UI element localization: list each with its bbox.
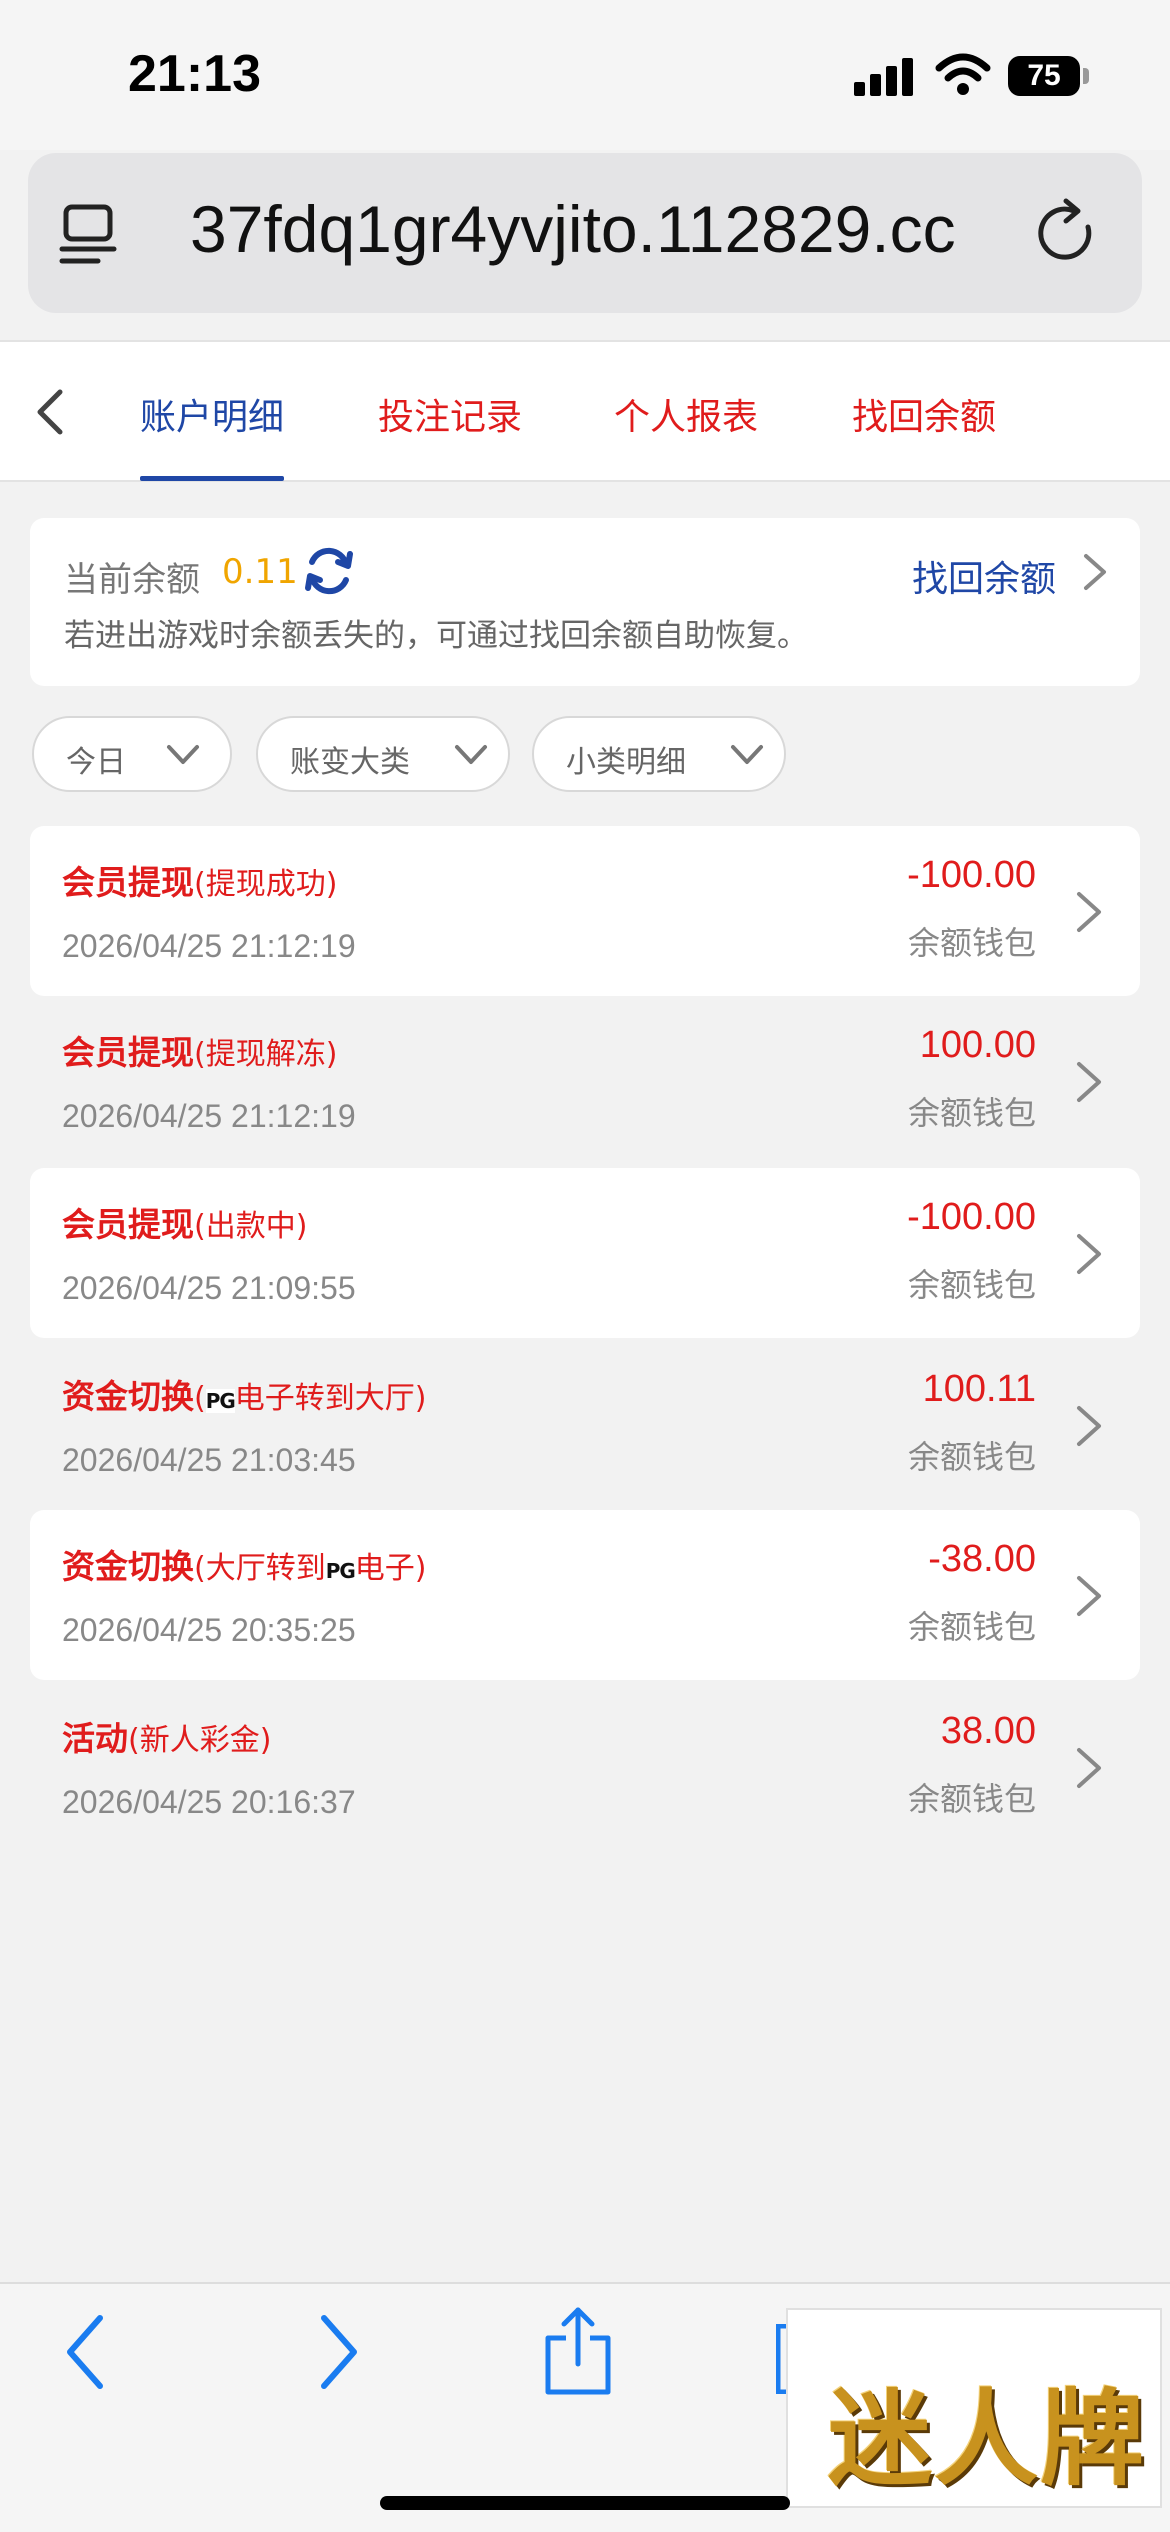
battery-tip: [1083, 68, 1089, 84]
filter-date-label: 今日: [66, 745, 126, 780]
url-text[interactable]: 37fdq1gr4yvjito.112829.cc: [190, 191, 956, 267]
tab-nav: 账户明细 投注记录 个人报表 找回余额: [0, 340, 1170, 482]
browser-toolbar: 迷人牌: [0, 2282, 1170, 2532]
active-tab-indicator: [140, 476, 284, 481]
record-detail-pre: (大厅转到: [194, 1551, 326, 1586]
record-amount: -100.00: [907, 1196, 1036, 1238]
record-item[interactable]: 资金切换(大厅转到PG电子) 2026/04/25 20:35:25 -38.0…: [30, 1510, 1140, 1680]
share-icon[interactable]: [540, 2304, 616, 2398]
chevron-right-icon: [1077, 892, 1101, 932]
record-date: 2026/04/25 21:09:55: [62, 1270, 356, 1306]
record-wallet: 余额钱包: [907, 1094, 1036, 1132]
record-date: 2026/04/25 20:16:37: [62, 1784, 356, 1820]
cellular-signal-icon: [854, 58, 916, 96]
record-date: 2026/04/25 20:35:25: [62, 1612, 356, 1648]
record-item[interactable]: 会员提现(提现成功) 2026/04/25 21:12:19 -100.00 余…: [30, 826, 1140, 996]
record-amount: -100.00: [907, 854, 1036, 896]
home-indicator: [380, 2496, 790, 2510]
record-title: 活动(新人彩金): [62, 1712, 271, 1760]
filter-date[interactable]: 今日: [32, 716, 232, 792]
balance-label: 当前余额: [64, 560, 200, 600]
record-wallet: 余额钱包: [907, 1608, 1036, 1646]
record-amount: -38.00: [928, 1538, 1036, 1580]
record-detail-post: 电子转到大厅): [234, 1381, 427, 1416]
status-time: 21:13: [128, 45, 261, 103]
watermark-text: 迷人牌: [828, 2377, 1147, 2500]
record-type: 会员提现: [62, 1205, 194, 1244]
chevron-down-icon: [455, 745, 487, 764]
record-item[interactable]: 资金切换(PG电子转到大厅) 2026/04/25 21:03:45 100.1…: [30, 1340, 1140, 1510]
record-item[interactable]: 会员提现(提现解冻) 2026/04/25 21:12:19 100.00 余额…: [30, 996, 1140, 1166]
chevron-right-icon: [1077, 1406, 1101, 1446]
wifi-icon: [935, 53, 991, 95]
balance-note: 若进出游戏时余额丢失的，可通过找回余额自助恢复。: [64, 618, 808, 654]
battery-icon: 75: [1008, 56, 1080, 96]
balance-card: 当前余额 0.11 找回余额 若进出游戏时余额丢失的，可通过找回余额自助恢复。: [30, 518, 1140, 686]
back-icon[interactable]: [62, 2312, 108, 2392]
tab-personal-report[interactable]: 个人报表: [614, 388, 758, 440]
record-item[interactable]: 会员提现(出款中) 2026/04/25 21:09:55 -100.00 余额…: [30, 1168, 1140, 1338]
page-menu-icon[interactable]: [58, 203, 118, 267]
record-amount: 100.11: [922, 1368, 1036, 1410]
chevron-down-icon: [731, 745, 763, 764]
record-amount: 100.00: [919, 1024, 1036, 1066]
record-detail-pre: (: [194, 1381, 206, 1416]
record-type: 资金切换: [62, 1377, 194, 1416]
recover-balance-link[interactable]: 找回余额: [912, 550, 1056, 602]
record-wallet: 余额钱包: [907, 1780, 1036, 1818]
record-item[interactable]: 活动(新人彩金) 2026/04/25 20:16:37 38.00 余额钱包: [30, 1682, 1140, 1852]
record-date: 2026/04/25 21:03:45: [62, 1442, 356, 1478]
record-type: 资金切换: [62, 1547, 194, 1586]
record-title: 会员提现(出款中): [62, 1198, 307, 1246]
record-type: 会员提现: [62, 1033, 194, 1072]
record-detail: (出款中): [194, 1209, 308, 1244]
chevron-right-icon: [1077, 1748, 1101, 1788]
tab-recover-balance[interactable]: 找回余额: [852, 388, 996, 440]
status-bar: 21:13 75: [0, 0, 1170, 150]
filter-category[interactable]: 账变大类: [256, 716, 510, 792]
record-detail-post: 电子): [354, 1551, 427, 1586]
record-date: 2026/04/25 21:12:19: [62, 928, 356, 964]
record-wallet: 余额钱包: [907, 924, 1036, 962]
pg-logo: PG: [325, 1559, 356, 1583]
record-detail: (新人彩金): [128, 1723, 272, 1758]
chevron-right-icon: [1077, 1234, 1101, 1274]
record-date: 2026/04/25 21:12:19: [62, 1098, 356, 1134]
tab-account-detail[interactable]: 账户明细: [140, 388, 284, 440]
page-content: 账户明细 投注记录 个人报表 找回余额 当前余额 0.11 找回余额 若进出游戏…: [0, 340, 1170, 2280]
chevron-right-icon: [1077, 1062, 1101, 1102]
forward-icon[interactable]: [316, 2312, 362, 2392]
record-title: 会员提现(提现解冻): [62, 1026, 337, 1074]
record-title: 资金切换(PG电子转到大厅): [62, 1370, 427, 1418]
record-detail: (提现成功): [194, 867, 338, 902]
record-wallet: 余额钱包: [907, 1266, 1036, 1304]
chevron-right-icon[interactable]: [1080, 552, 1110, 592]
pg-logo: PG: [205, 1389, 236, 1413]
record-type: 活动: [62, 1719, 128, 1758]
filter-subcategory[interactable]: 小类明细: [532, 716, 786, 792]
record-wallet: 余额钱包: [907, 1438, 1036, 1476]
reload-icon[interactable]: [1038, 197, 1102, 269]
record-type: 会员提现: [62, 863, 194, 902]
tab-bet-records[interactable]: 投注记录: [378, 388, 522, 440]
record-amount: 38.00: [940, 1710, 1036, 1752]
chevron-down-icon: [167, 745, 199, 764]
record-title: 会员提现(提现成功): [62, 856, 337, 904]
chevron-right-icon: [1077, 1576, 1101, 1616]
record-detail: (提现解冻): [194, 1037, 338, 1072]
refresh-icon[interactable]: [302, 544, 356, 598]
watermark-logo: 迷人牌: [786, 2308, 1162, 2508]
record-title: 资金切换(大厅转到PG电子): [62, 1540, 427, 1588]
filter-subcategory-label: 小类明细: [566, 745, 686, 780]
filter-category-label: 账变大类: [290, 745, 410, 780]
balance-value: 0.11: [222, 552, 298, 592]
back-icon[interactable]: [28, 386, 72, 438]
address-bar[interactable]: 37fdq1gr4yvjito.112829.cc: [28, 153, 1142, 313]
